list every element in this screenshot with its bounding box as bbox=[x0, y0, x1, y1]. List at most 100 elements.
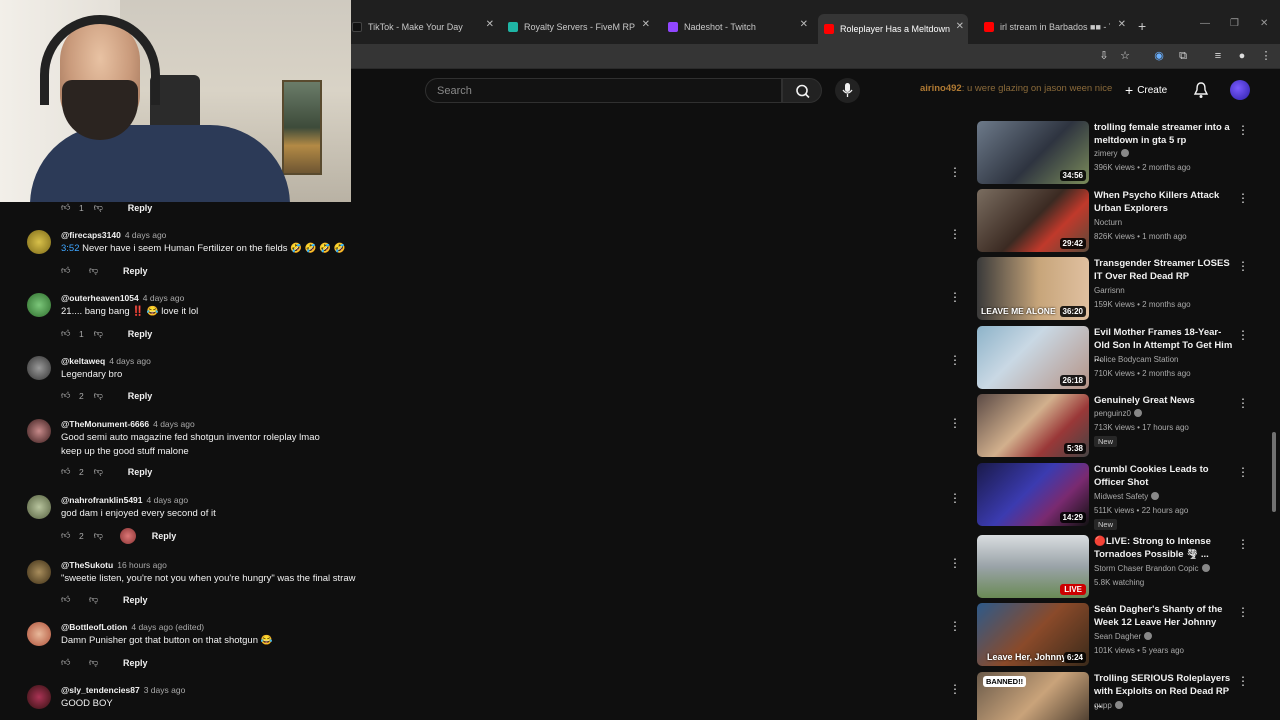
like-icon[interactable]: 👍︎ bbox=[61, 202, 73, 214]
close-icon[interactable]: ✕ bbox=[800, 19, 808, 30]
more-actions-icon[interactable]: ⋮ bbox=[1237, 674, 1249, 688]
comment-menu-icon[interactable]: ⋮ bbox=[949, 557, 961, 569]
recommended-video[interactable]: LEAVE ME ALONE 36:20 Transgender Streame… bbox=[977, 257, 1257, 321]
video-title[interactable]: Seán Dagher's Shanty of the Week 12 Leav… bbox=[1094, 603, 1234, 629]
more-actions-icon[interactable]: ⋮ bbox=[1237, 259, 1249, 273]
recommended-video[interactable]: Leave Her, Johnny 6:24 Seán Dagher's Sha… bbox=[977, 603, 1257, 667]
minimize-icon[interactable]: — bbox=[1200, 18, 1210, 29]
media-icon[interactable]: ≡ bbox=[1210, 48, 1226, 64]
video-channel[interactable]: Storm Chaser Brandon Copic bbox=[1094, 564, 1210, 573]
recommended-video[interactable]: 14:29 Crumbl Cookies Leads to Officer Sh… bbox=[977, 463, 1257, 530]
channel-name[interactable]: zimery bbox=[1094, 149, 1118, 158]
comment-menu-icon[interactable]: ⋮ bbox=[949, 417, 961, 429]
avatar[interactable] bbox=[27, 419, 51, 443]
close-icon[interactable]: ✕ bbox=[1118, 19, 1126, 30]
recommended-video[interactable]: BANNED!! Trolling SERIOUS Roleplayers wi… bbox=[977, 672, 1257, 720]
comment-time[interactable]: 4 days ago bbox=[147, 495, 189, 505]
tab-tiktok[interactable]: TikTok - Make Your Day ✕ bbox=[352, 15, 494, 39]
video-title[interactable]: Transgender Streamer LOSES IT Over Red D… bbox=[1094, 257, 1234, 283]
comment-author[interactable]: @TheMonument-6666 bbox=[61, 419, 149, 429]
comment-menu-icon[interactable]: ⋮ bbox=[949, 683, 961, 695]
comment-menu-icon[interactable]: ⋮ bbox=[949, 228, 961, 240]
video-thumbnail[interactable]: 34:56 bbox=[977, 121, 1089, 184]
bookmark-star-icon[interactable]: ☆ bbox=[1117, 48, 1133, 64]
avatar[interactable] bbox=[27, 230, 51, 254]
channel-name[interactable]: Sean Dagher bbox=[1094, 632, 1141, 641]
video-title[interactable]: Crumbl Cookies Leads to Officer Shot bbox=[1094, 463, 1234, 489]
video-thumbnail[interactable]: LIVE bbox=[977, 535, 1089, 598]
avatar[interactable] bbox=[27, 356, 51, 380]
reply-button[interactable]: Reply bbox=[128, 329, 153, 339]
like-icon[interactable]: 👍︎ bbox=[61, 328, 73, 340]
comment-author[interactable]: @firecaps3140 bbox=[61, 230, 121, 240]
video-channel[interactable]: penguinz0 bbox=[1094, 409, 1142, 418]
menu-icon[interactable]: ⋮ bbox=[1258, 48, 1274, 64]
comment-time[interactable]: 4 days ago (edited) bbox=[131, 622, 204, 632]
video-channel[interactable]: Sean Dagher bbox=[1094, 632, 1153, 641]
like-icon[interactable]: 👍︎ bbox=[61, 265, 73, 277]
comment-author[interactable]: @BottleofLotion bbox=[61, 622, 127, 632]
reply-button[interactable]: Reply bbox=[128, 467, 153, 477]
comment-author[interactable]: @sly_tendencies87 bbox=[61, 685, 140, 695]
close-icon[interactable]: ✕ bbox=[956, 21, 964, 32]
search-input[interactable]: Search bbox=[425, 78, 782, 103]
create-button[interactable]: + Create bbox=[1125, 79, 1167, 101]
video-thumbnail[interactable]: 14:29 bbox=[977, 463, 1089, 526]
recommended-video[interactable]: 29:42 When Psycho Killers Attack Urban E… bbox=[977, 189, 1257, 253]
like-icon[interactable]: 👍︎ bbox=[61, 657, 73, 669]
recommended-video[interactable]: 26:18 Evil Mother Frames 18-Year-Old Son… bbox=[977, 326, 1257, 390]
like-icon[interactable]: 👍︎ bbox=[61, 530, 73, 542]
avatar[interactable] bbox=[27, 495, 51, 519]
more-actions-icon[interactable]: ⋮ bbox=[1237, 465, 1249, 479]
dislike-icon[interactable]: 👎︎ bbox=[94, 202, 106, 214]
comment-time[interactable]: 4 days ago bbox=[125, 230, 167, 240]
dislike-icon[interactable]: 👎︎ bbox=[89, 594, 101, 606]
dislike-icon[interactable]: 👎︎ bbox=[89, 265, 101, 277]
channel-name[interactable]: Storm Chaser Brandon Copic bbox=[1094, 564, 1199, 573]
video-channel[interactable]: gupp bbox=[1094, 701, 1123, 710]
comment-time[interactable]: 3 days ago bbox=[144, 685, 186, 695]
search-button[interactable] bbox=[782, 78, 822, 103]
tab-active-roleplayer[interactable]: Roleplayer Has a Meltdown Ov ✕ bbox=[818, 14, 968, 44]
comment-menu-icon[interactable]: ⋮ bbox=[949, 492, 961, 504]
recommended-video[interactable]: LIVE 🔴LIVE: Strong to Intense Tornadoes … bbox=[977, 535, 1257, 599]
avatar[interactable] bbox=[27, 560, 51, 584]
scrollbar-thumb[interactable] bbox=[1272, 432, 1276, 512]
install-icon[interactable]: ⇩ bbox=[1096, 48, 1112, 64]
notifications-button[interactable] bbox=[1193, 81, 1209, 104]
video-channel[interactable]: Nocturn bbox=[1094, 218, 1122, 227]
timestamp-link[interactable]: 3:52 bbox=[61, 243, 80, 254]
like-icon[interactable]: 👍︎ bbox=[61, 466, 73, 478]
video-thumbnail[interactable]: 5:38 bbox=[977, 394, 1089, 457]
avatar[interactable] bbox=[27, 685, 51, 709]
comment-menu-icon[interactable]: ⋮ bbox=[949, 620, 961, 632]
window-close-icon[interactable]: ✕ bbox=[1260, 18, 1268, 29]
video-channel[interactable]: Midwest Safety bbox=[1094, 492, 1160, 501]
more-actions-icon[interactable]: ⋮ bbox=[1237, 605, 1249, 619]
video-thumbnail[interactable]: 29:42 bbox=[977, 189, 1089, 252]
more-actions-icon[interactable]: ⋮ bbox=[1237, 537, 1249, 551]
video-channel[interactable]: zimery bbox=[1094, 149, 1129, 158]
close-icon[interactable]: ✕ bbox=[486, 19, 494, 30]
video-title[interactable]: 🔴LIVE: Strong to Intense Tornadoes Possi… bbox=[1094, 535, 1234, 561]
recommended-video[interactable]: 34:56 trolling female streamer into a me… bbox=[977, 121, 1257, 185]
comment-author[interactable]: @keltaweq bbox=[61, 356, 105, 366]
more-actions-icon[interactable]: ⋮ bbox=[1237, 328, 1249, 342]
tab-twitch[interactable]: Nadeshot - Twitch ✕ bbox=[668, 15, 808, 39]
comment-menu-icon[interactable]: ⋮ bbox=[949, 354, 961, 366]
avatar[interactable] bbox=[27, 293, 51, 317]
profile-icon[interactable]: ● bbox=[1234, 48, 1250, 64]
video-channel[interactable]: Police Bodycam Station bbox=[1094, 355, 1179, 364]
comment-time[interactable]: 4 days ago bbox=[109, 356, 151, 366]
reply-button[interactable]: Reply bbox=[123, 595, 148, 605]
puzzle-icon[interactable]: ⧉ bbox=[1175, 48, 1191, 64]
comment-author[interactable]: @nahrofranklin5491 bbox=[61, 495, 143, 505]
reply-button[interactable]: Reply bbox=[152, 531, 177, 541]
video-title[interactable]: Genuinely Great News bbox=[1094, 394, 1234, 407]
dislike-icon[interactable]: 👎︎ bbox=[94, 530, 106, 542]
reply-button[interactable]: Reply bbox=[123, 658, 148, 668]
extension-icon[interactable]: ◉ bbox=[1151, 48, 1167, 64]
account-avatar[interactable] bbox=[1230, 80, 1250, 100]
channel-name[interactable]: Midwest Safety bbox=[1094, 492, 1148, 501]
tab-irl-stream[interactable]: irl stream in Barbados ■■ - You ✕ bbox=[984, 15, 1126, 39]
